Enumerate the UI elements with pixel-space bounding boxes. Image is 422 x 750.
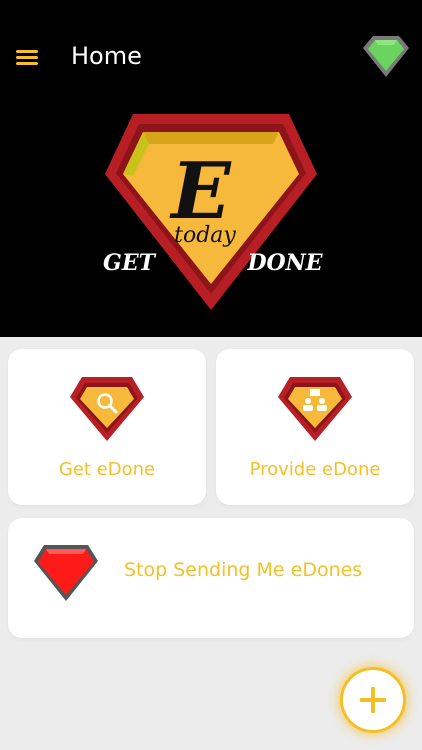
logo-script: today [174,223,236,248]
gem-button[interactable] [361,33,411,79]
provide-edone-card[interactable]: Provide eDone [216,349,414,505]
add-button[interactable] [340,667,406,733]
green-gem-icon [363,36,409,77]
logo-done-text: DONE [246,250,323,276]
people-gem-icon [278,377,352,441]
menu-button[interactable] [14,44,40,70]
hero-banner: Home E today GET DONE [0,0,422,337]
provide-edone-label: Provide eDone [249,459,381,480]
search-gem-icon [70,377,144,441]
red-gem-icon [34,545,98,601]
hamburger-icon [16,50,38,65]
stop-edones-card[interactable]: Stop Sending Me eDones [8,518,414,638]
get-edone-label: Get eDone [58,459,156,480]
get-edone-card[interactable]: Get eDone [8,349,206,505]
logo-get-text: GET [103,250,157,276]
stop-edones-label: Stop Sending Me eDones [124,559,363,581]
page-title: Home [71,42,142,70]
plus-icon [360,687,386,713]
edone-logo: E today GET DONE [103,114,324,310]
